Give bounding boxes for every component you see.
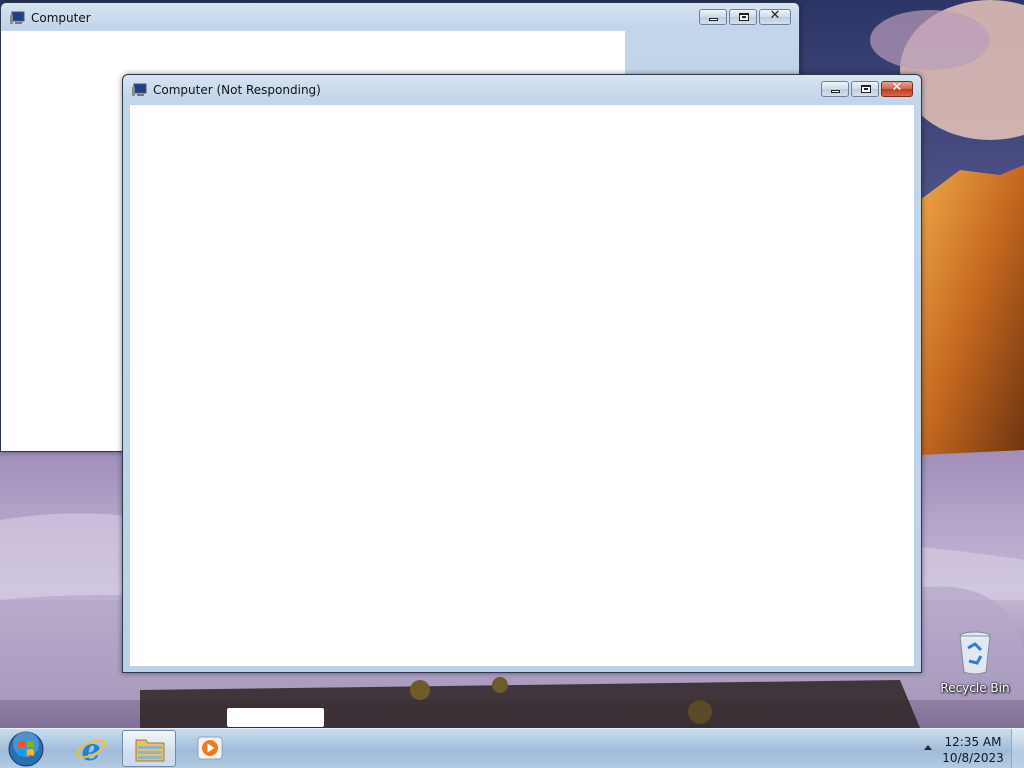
maximize-button[interactable] xyxy=(851,81,879,97)
maximize-button[interactable] xyxy=(729,9,757,25)
not-responding-window-titlebar[interactable]: Computer (Not Responding) ✕ xyxy=(123,75,921,103)
recycle-bin-label: Recycle Bin xyxy=(940,681,1010,695)
close-icon: ✕ xyxy=(769,8,781,23)
internet-explorer-icon: e xyxy=(76,733,106,765)
restore-icon xyxy=(739,13,749,21)
window-title: Computer (Not Responding) xyxy=(153,83,321,97)
taskbar-file-explorer[interactable] xyxy=(122,730,176,767)
minimize-button[interactable] xyxy=(821,81,849,97)
file-explorer-folder-icon xyxy=(135,739,165,762)
taskbar-internet-explorer[interactable]: e xyxy=(64,730,118,767)
restore-icon xyxy=(861,85,871,93)
computer-window-titlebar[interactable]: Computer ✕ xyxy=(1,3,799,31)
blank-popup xyxy=(227,708,324,727)
minimize-icon xyxy=(709,18,718,21)
recycle-bin-desktop-icon[interactable]: Recycle Bin xyxy=(940,630,1010,695)
clock-time: 12:35 AM xyxy=(944,735,1002,749)
computer-icon xyxy=(132,83,147,96)
media-player-icon xyxy=(197,736,223,760)
close-button[interactable]: ✕ xyxy=(881,80,913,97)
not-responding-window-content xyxy=(130,105,914,666)
close-button[interactable]: ✕ xyxy=(759,8,791,25)
taskbar-media-player[interactable] xyxy=(184,730,238,767)
minimize-icon xyxy=(831,90,840,93)
close-icon: ✕ xyxy=(891,80,903,95)
windows-start-orb-icon[interactable] xyxy=(6,730,46,768)
show-hidden-icons-button[interactable] xyxy=(924,745,932,750)
minimize-button[interactable] xyxy=(699,9,727,25)
recycle-bin-icon xyxy=(959,631,991,675)
show-desktop-button[interactable] xyxy=(1011,729,1024,768)
system-clock[interactable]: 12:35 AM 10/8/2023 xyxy=(934,734,1012,766)
not-responding-window[interactable]: Computer (Not Responding) ✕ xyxy=(122,74,922,673)
window-title: Computer xyxy=(31,11,91,25)
svg-text:e: e xyxy=(81,733,100,765)
taskbar: e 12:35 AM 10/8/2023 xyxy=(0,728,1024,768)
clock-date: 10/8/2023 xyxy=(942,751,1004,765)
computer-icon xyxy=(10,11,25,24)
